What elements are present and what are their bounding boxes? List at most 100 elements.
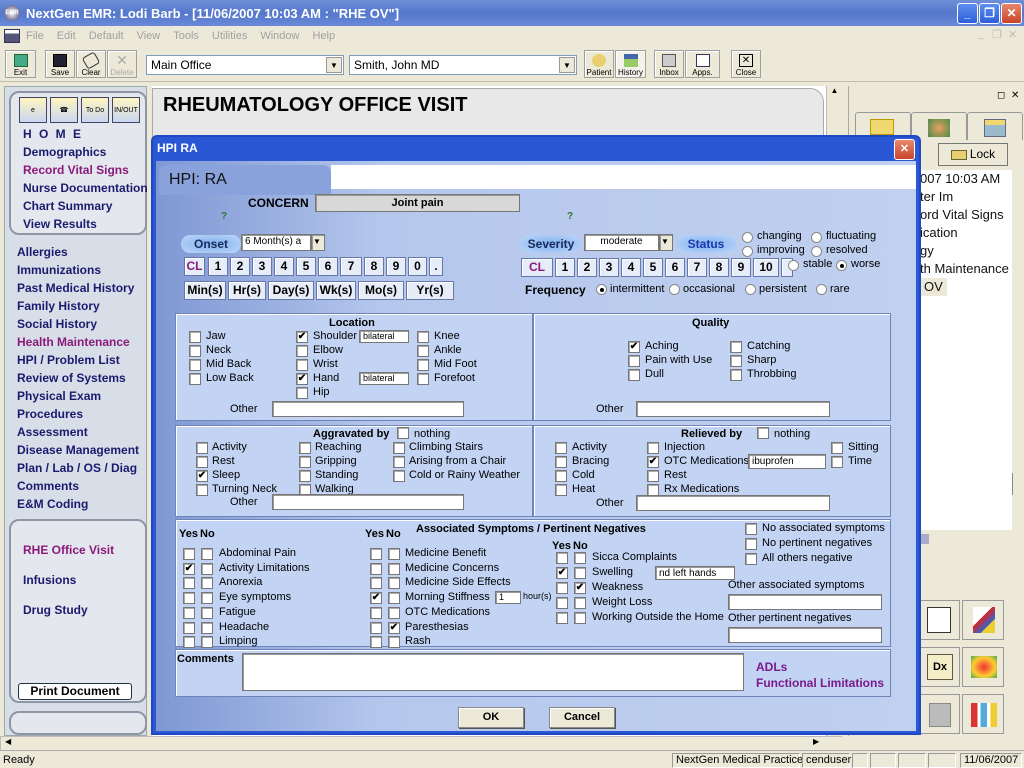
scroll-left-icon[interactable]: ◀: [5, 737, 11, 746]
assoc-no-checkbox[interactable]: ✔: [574, 582, 586, 594]
clear-button[interactable]: Clear: [76, 50, 106, 78]
inbox-button[interactable]: Inbox: [654, 50, 684, 78]
relieved-checkbox-bracing[interactable]: [555, 456, 567, 468]
location-checkbox-low-back[interactable]: [189, 373, 201, 385]
tab-calendar[interactable]: [967, 112, 1023, 140]
location-side-field[interactable]: bilateral: [359, 372, 409, 385]
menu-default[interactable]: Default: [89, 30, 124, 42]
nav-comments[interactable]: Comments: [5, 477, 139, 495]
aggravated-checkbox-gripping[interactable]: [299, 456, 311, 468]
severity-key-4[interactable]: 4: [621, 258, 641, 277]
relieved-checkbox-time[interactable]: [831, 456, 843, 468]
diagnosis-button[interactable]: Dx: [918, 647, 960, 687]
chevron-down-icon[interactable]: ▼: [659, 234, 673, 251]
horizontal-scrollbar[interactable]: ◀ ▶: [0, 736, 842, 750]
quality-checkbox-dull[interactable]: [628, 369, 640, 381]
scroll-up-icon[interactable]: ▲: [827, 86, 842, 95]
onset-unit-mos[interactable]: Mo(s): [358, 281, 404, 300]
severity-key-6[interactable]: 6: [665, 258, 685, 277]
assoc-no-checkbox[interactable]: ✔: [388, 621, 400, 634]
list-item[interactable]: th Maintenance: [920, 260, 1012, 278]
menu-window[interactable]: Window: [260, 30, 299, 42]
nav-assessment[interactable]: Assessment: [5, 423, 139, 441]
email-icon[interactable]: e: [19, 97, 47, 123]
nav-family-history[interactable]: Family History: [5, 297, 139, 315]
assoc-yes-checkbox[interactable]: [370, 636, 382, 649]
ok-button[interactable]: OK: [458, 707, 524, 728]
relieved-checkbox-otc-medications[interactable]: ✔: [647, 456, 659, 468]
relieved-checkbox-cold[interactable]: [555, 470, 567, 482]
onset-select[interactable]: 6 Month(s) a: [241, 234, 311, 251]
assoc-no-checkbox[interactable]: [574, 567, 586, 579]
severity-select[interactable]: moderate: [584, 234, 659, 251]
assoc-yes-checkbox[interactable]: [556, 552, 568, 564]
severity-key-5[interactable]: 5: [643, 258, 663, 277]
quality-checkbox-sharp[interactable]: [730, 355, 742, 367]
location-checkbox-forefoot[interactable]: [417, 373, 429, 385]
nav-demographics[interactable]: Demographics: [11, 143, 145, 161]
assoc-no-checkbox[interactable]: [388, 592, 400, 605]
phone-icon[interactable]: ☎: [50, 97, 78, 123]
relieved-nothing-checkbox[interactable]: [757, 427, 769, 439]
assoc-yes-checkbox[interactable]: [183, 592, 195, 605]
assoc-no-checkbox[interactable]: [388, 562, 400, 575]
morning-stiffness-field[interactable]: 1: [495, 591, 521, 605]
quality-checkbox-catching[interactable]: [730, 341, 742, 353]
swelling-detail-field[interactable]: nd left hands: [655, 566, 735, 580]
encounter-list[interactable]: 007 10:03 AM ter Im ord Vital Signs icat…: [918, 170, 1012, 530]
list-item[interactable]: gy: [920, 242, 1012, 260]
onset-key-8[interactable]: 8: [364, 257, 384, 276]
aggravated-checkbox-climbing-stairs[interactable]: [393, 442, 405, 454]
location-checkbox-mid-back[interactable]: [189, 359, 201, 371]
nav-em-coding[interactable]: E&M Coding: [5, 495, 139, 513]
onset-key-0[interactable]: 0: [408, 257, 427, 276]
severity-key-cl[interactable]: CL: [521, 258, 553, 277]
location-side-field[interactable]: bilateral: [359, 330, 409, 343]
quality-other-field[interactable]: [636, 401, 830, 417]
menu-edit[interactable]: Edit: [57, 30, 76, 42]
assoc-no-checkbox[interactable]: [201, 592, 213, 605]
assoc-no-checkbox[interactable]: [201, 577, 213, 590]
nav-social-history[interactable]: Social History: [5, 315, 139, 333]
location-checkbox-wrist[interactable]: [296, 359, 308, 371]
assoc-yes-checkbox[interactable]: [370, 621, 382, 634]
mdi-restore-icon[interactable]: ❐: [992, 28, 1002, 41]
nav-rhe-office-visit[interactable]: RHE Office Visit: [11, 541, 114, 559]
menu-utilities[interactable]: Utilities: [212, 30, 247, 42]
location-checkbox-mid-foot[interactable]: [417, 359, 429, 371]
relieved-checkbox-activity[interactable]: [555, 442, 567, 454]
assoc-yes-checkbox[interactable]: [370, 548, 382, 560]
concern-field[interactable]: Joint pain: [315, 194, 520, 212]
adls-link[interactable]: ADLs: [756, 660, 787, 674]
onset-key-3[interactable]: 3: [252, 257, 272, 276]
panel-close-icon[interactable]: ✕: [1011, 90, 1019, 101]
assoc-no-checkbox[interactable]: [388, 636, 400, 649]
onset-unit-wks[interactable]: Wk(s): [316, 281, 356, 300]
status-radio-fluctuating[interactable]: [811, 232, 822, 243]
scroll-right-icon[interactable]: ▶: [813, 737, 819, 746]
nav-hpi-problem-list[interactable]: HPI / Problem List: [5, 351, 139, 369]
onset-key-5[interactable]: 5: [296, 257, 316, 276]
help-icon[interactable]: ?: [567, 211, 573, 222]
aggravated-nothing-checkbox[interactable]: [397, 427, 409, 439]
notes-button[interactable]: [918, 600, 960, 640]
documents-button[interactable]: [962, 600, 1004, 640]
apps-button[interactable]: Apps.: [685, 50, 720, 78]
assoc-yes-checkbox[interactable]: [370, 606, 382, 619]
menu-view[interactable]: View: [137, 30, 161, 42]
patient-button[interactable]: Patient: [584, 50, 614, 78]
orders-button[interactable]: [918, 694, 960, 734]
chevron-down-icon[interactable]: ▼: [559, 57, 575, 73]
assoc-no-checkbox[interactable]: [574, 612, 586, 624]
location-checkbox-hip[interactable]: [296, 387, 308, 399]
nav-home[interactable]: H O M E: [11, 125, 145, 143]
location-checkbox-shoulder[interactable]: ✔: [296, 331, 308, 343]
assoc-yes-checkbox[interactable]: [556, 582, 568, 594]
location-checkbox-elbow[interactable]: [296, 345, 308, 357]
nav-chart-summary[interactable]: Chart Summary: [11, 197, 145, 215]
assoc-yes-checkbox[interactable]: ✔: [183, 562, 195, 575]
menu-file[interactable]: File: [26, 30, 44, 42]
assoc-yes-checkbox[interactable]: [183, 621, 195, 634]
onset-unit-mins[interactable]: Min(s): [184, 281, 226, 300]
onset-key-4[interactable]: 4: [274, 257, 294, 276]
